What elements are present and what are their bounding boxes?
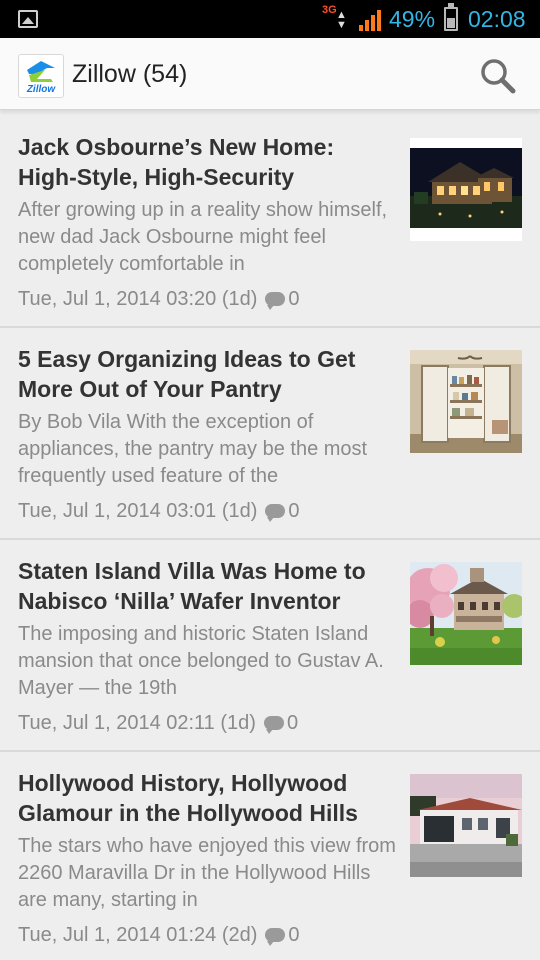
battery-percent: 49%	[389, 6, 436, 32]
picture-notification-icon	[18, 10, 38, 28]
comment-count: 0	[288, 500, 300, 522]
article-thumbnail[interactable]	[410, 562, 522, 665]
comment-icon	[265, 928, 286, 946]
signal-icon	[359, 10, 381, 31]
article-title: Hollywood History, Hollywood Glamour in …	[18, 770, 358, 826]
comment-count: 0	[288, 924, 300, 946]
hollywood-house-photo	[410, 774, 522, 877]
zillow-logo[interactable]: Zillow	[18, 54, 64, 98]
status-bar: 3G ▲ ▼ 49% 02:08	[0, 0, 540, 38]
article-title: Staten Island Villa Was Home to Nabisco …	[18, 558, 366, 614]
comment-count: 0	[288, 288, 300, 310]
article-date: Tue, Jul 1, 2014 02:11 (1d)	[18, 712, 256, 734]
comment-icon	[265, 292, 286, 310]
comment-icon	[263, 716, 284, 734]
article-thumbnail[interactable]	[410, 138, 522, 241]
network-type: 3G	[322, 4, 337, 16]
data-arrows-icon: ▲ ▼	[336, 9, 347, 31]
clock: 02:08	[468, 6, 526, 32]
article-summary: The imposing and historic Staten Island …	[18, 623, 384, 699]
article-item[interactable]: 5 Easy Organizing Ideas to Get More Out …	[0, 328, 540, 540]
article-date: Tue, Jul 1, 2014 03:20 (1d)	[18, 288, 258, 310]
article-summary: The stars who have enjoyed this view fro…	[18, 835, 396, 911]
logo-text: Zillow	[26, 84, 56, 95]
article-feed: Jack Osbourne’s New Home: High-Style, Hi…	[0, 116, 540, 960]
article-thumbnail[interactable]	[410, 350, 522, 453]
article-title: 5 Easy Organizing Ideas to Get More Out …	[18, 346, 356, 402]
article-title: Jack Osbourne’s New Home: High-Style, Hi…	[18, 134, 335, 190]
app-title: Zillow (54)	[72, 60, 188, 88]
search-icon	[481, 59, 516, 94]
house-at-night-photo	[410, 138, 522, 241]
article-meta: Tue, Jul 1, 2014 01:24 (2d) 0	[18, 922, 300, 948]
article-meta: Tue, Jul 1, 2014 03:01 (1d) 0	[18, 498, 300, 524]
article-meta: Tue, Jul 1, 2014 03:20 (1d) 0	[18, 286, 300, 312]
article-item[interactable]: Staten Island Villa Was Home to Nabisco …	[0, 540, 540, 752]
search-button[interactable]	[478, 56, 518, 96]
article-meta: Tue, Jul 1, 2014 02:11 (1d) 0	[18, 710, 298, 736]
comment-icon	[265, 504, 286, 522]
pantry-photo	[410, 350, 522, 453]
zillow-logo-icon	[27, 61, 55, 82]
article-thumbnail[interactable]	[410, 774, 522, 877]
article-date: Tue, Jul 1, 2014 01:24 (2d)	[18, 924, 258, 946]
battery-icon	[444, 3, 458, 31]
comment-count: 0	[286, 712, 299, 734]
article-item[interactable]: Jack Osbourne’s New Home: High-Style, Hi…	[0, 116, 540, 328]
villa-with-blossom-tree-photo	[410, 562, 522, 665]
action-bar: Zillow Zillow (54)	[0, 38, 540, 110]
article-summary: After growing up in a reality show himse…	[18, 199, 388, 275]
article-summary: By Bob Vila With the exception of applia…	[18, 411, 368, 487]
article-date: Tue, Jul 1, 2014 03:01 (1d)	[18, 500, 258, 522]
article-item[interactable]: Hollywood History, Hollywood Glamour in …	[0, 752, 540, 960]
